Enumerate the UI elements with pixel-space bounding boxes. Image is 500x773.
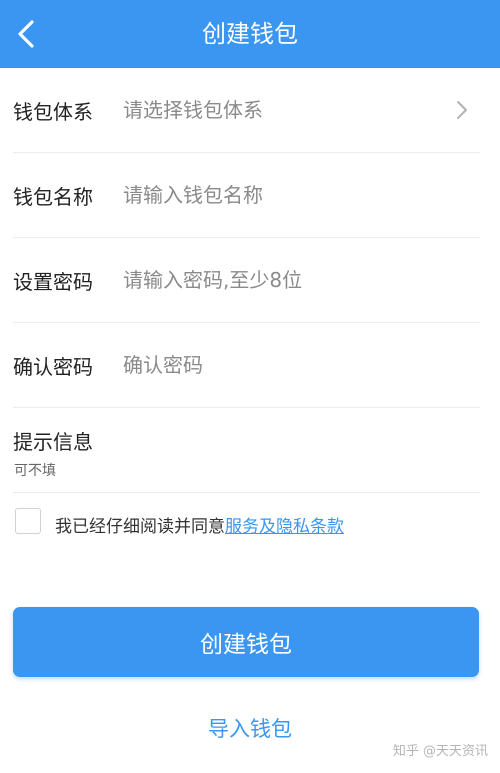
create-wallet-button[interactable]: 创建钱包 (13, 607, 479, 677)
create-wallet-form: 钱包体系 钱包名称 设置密码 确认密码 提示信息 可不填 (0, 68, 500, 493)
wallet-name-label: 钱包名称 (13, 185, 93, 209)
page-title: 创建钱包 (202, 20, 298, 48)
confirm-password-label: 确认密码 (13, 355, 93, 379)
chevron-right-icon (457, 101, 467, 119)
agreement-checkbox[interactable] (15, 508, 41, 534)
password-label: 设置密码 (13, 270, 93, 294)
wallet-name-row: 钱包名称 (13, 153, 480, 238)
wallet-system-select[interactable] (123, 88, 450, 132)
hint-row[interactable]: 提示信息 可不填 (13, 408, 480, 493)
terms-link[interactable]: 服务及隐私条款 (225, 517, 344, 537)
wallet-system-label: 钱包体系 (13, 100, 93, 124)
wallet-name-input[interactable] (123, 173, 450, 217)
confirm-password-input[interactable] (123, 343, 450, 387)
hint-optional-note: 可不填 (14, 463, 56, 479)
agreement-text: 我已经仔细阅读并同意服务及隐私条款 (55, 512, 344, 537)
watermark: 知乎 @天天资讯 (392, 744, 488, 759)
wallet-system-row[interactable]: 钱包体系 (13, 68, 480, 153)
agreement-prefix: 我已经仔细阅读并同意 (55, 517, 225, 537)
password-input[interactable] (123, 258, 450, 302)
app-header: 创建钱包 (0, 0, 500, 68)
confirm-password-row: 确认密码 (13, 323, 480, 408)
import-wallet-link[interactable]: 导入钱包 (0, 713, 500, 743)
password-row: 设置密码 (13, 238, 480, 323)
hint-label: 提示信息 (13, 430, 93, 454)
agreement-row: 我已经仔细阅读并同意服务及隐私条款 (15, 508, 485, 538)
